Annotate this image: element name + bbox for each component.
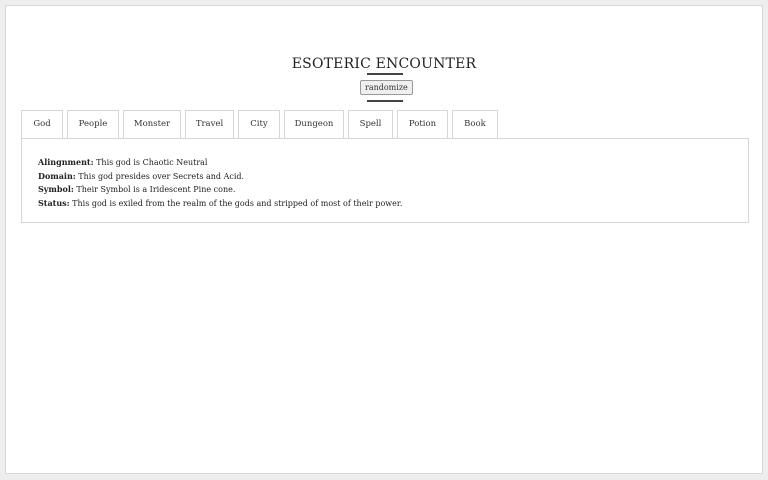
tab-spell[interactable]: Spell xyxy=(348,110,393,138)
status-line: Status: This god is exiled from the real… xyxy=(38,197,402,211)
encounter-details: Alingnment: This god is Chaotic Neutral … xyxy=(38,156,402,210)
tab-monster[interactable]: Monster xyxy=(123,110,181,138)
randomize-button[interactable]: randomize xyxy=(360,80,413,95)
title-divider-bottom xyxy=(367,100,403,102)
status-value: This god is exiled from the realm of the… xyxy=(72,198,403,208)
tab-dungeon[interactable]: Dungeon xyxy=(284,110,344,138)
tab-potion[interactable]: Potion xyxy=(397,110,448,138)
tab-people[interactable]: People xyxy=(67,110,119,138)
domain-label: Domain: xyxy=(38,170,76,181)
symbol-label: Symbol: xyxy=(38,184,74,194)
alignment-line: Alingnment: This god is Chaotic Neutral xyxy=(38,156,402,170)
tab-travel[interactable]: Travel xyxy=(185,110,234,138)
page-title: ESOTERIC ENCOUNTER xyxy=(291,56,477,72)
symbol-value: Their Symbol is a Iridescent Pine cone. xyxy=(76,185,236,194)
tab-book[interactable]: Book xyxy=(452,110,498,138)
tab-city[interactable]: City xyxy=(238,110,280,138)
title-divider-top xyxy=(367,73,403,75)
tab-panel-god: Alingnment: This god is Chaotic Neutral … xyxy=(21,138,749,223)
status-label: Status: xyxy=(38,197,70,208)
tab-god[interactable]: God xyxy=(21,110,63,138)
alignment-label: Alingnment: xyxy=(38,157,94,167)
domain-value: This god presides over Secrets and Acid. xyxy=(78,171,245,181)
symbol-line: Symbol: Their Symbol is a Iridescent Pin… xyxy=(38,183,402,197)
domain-line: Domain: This god presides over Secrets a… xyxy=(38,170,402,184)
alignment-value: This god is Chaotic Neutral xyxy=(96,158,208,167)
page-frame: ESOTERIC ENCOUNTER randomize God People … xyxy=(5,5,763,474)
